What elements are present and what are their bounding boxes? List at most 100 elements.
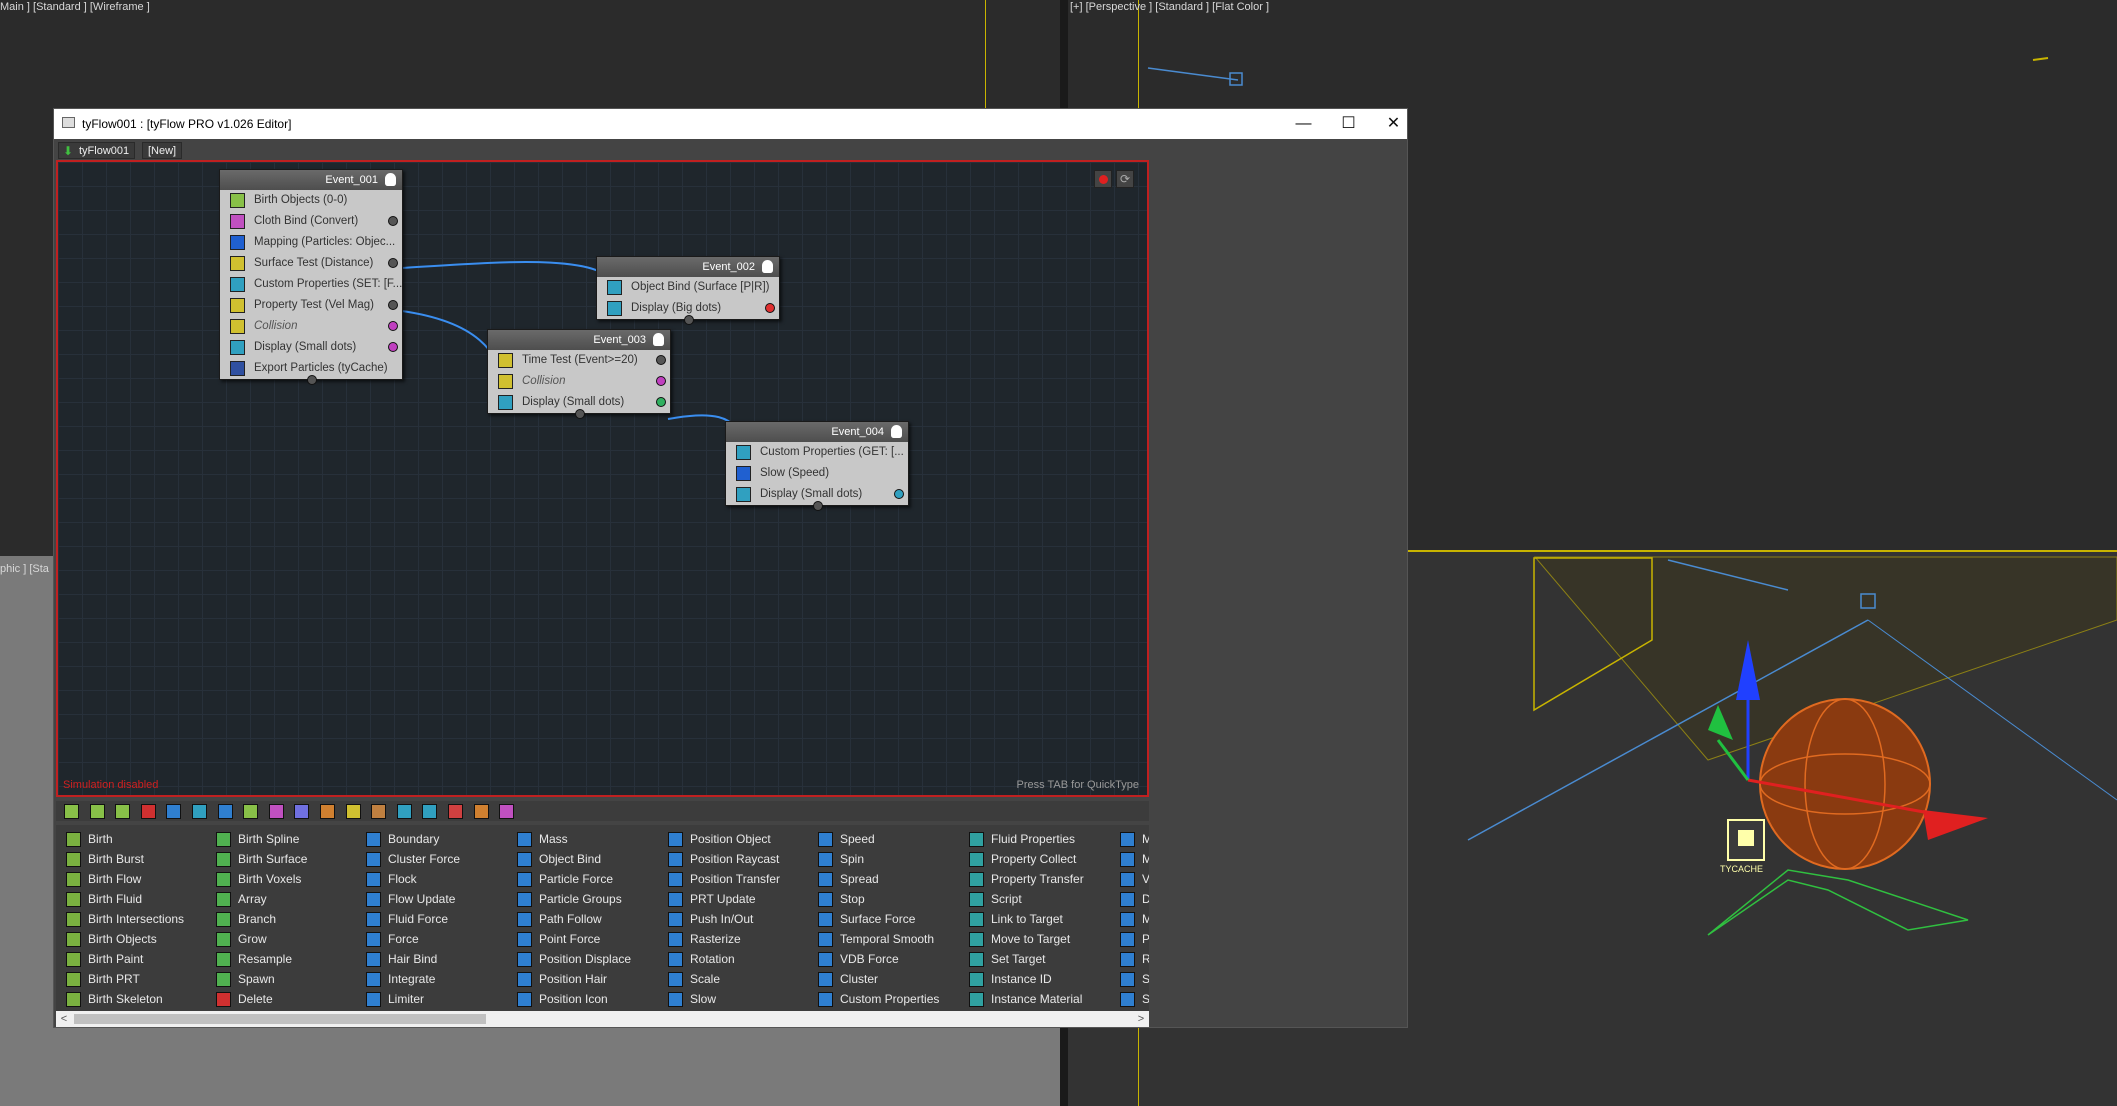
event-node[interactable]: Event_004 Custom Properties (GET: [... Slo… — [725, 421, 909, 511]
palette-operator[interactable]: Point Force — [511, 929, 631, 949]
palette-operator[interactable]: Stop — [812, 889, 939, 909]
category-filter-icon[interactable] — [192, 804, 207, 819]
palette-operator[interactable]: Birth Burst — [60, 849, 184, 869]
palette-operator[interactable]: Object Bind — [511, 849, 631, 869]
palette-operator[interactable]: D — [1114, 889, 1149, 909]
operator-row[interactable]: Custom Properties (GET: [... — [726, 442, 908, 463]
event-header[interactable]: Event_001 — [220, 170, 402, 190]
output-port[interactable] — [388, 216, 398, 226]
palette-operator[interactable]: Temporal Smooth — [812, 929, 939, 949]
palette-operator[interactable]: Limiter — [360, 989, 460, 1009]
category-filter-icon[interactable] — [422, 804, 438, 819]
operator-row[interactable]: Display (Small dots) — [220, 337, 402, 358]
palette-operator[interactable]: Cluster — [812, 969, 939, 989]
event-input-port[interactable] — [813, 501, 823, 511]
record-button[interactable] — [1094, 170, 1112, 188]
operator-row[interactable]: Collision — [488, 371, 670, 392]
refresh-button[interactable]: ⟳ — [1116, 170, 1134, 188]
palette-operator[interactable]: Grow — [210, 929, 307, 949]
operator-row[interactable]: Slow (Speed) — [726, 463, 908, 484]
palette-operator[interactable]: PRT Update — [662, 889, 780, 909]
palette-operator[interactable]: Rasterize — [662, 929, 780, 949]
palette-operator[interactable]: Birth Spline — [210, 829, 307, 849]
palette-operator[interactable]: Flow Update — [360, 889, 460, 909]
palette-operator[interactable]: Birth Objects — [60, 929, 184, 949]
palette-operator[interactable]: Spread — [812, 869, 939, 889]
palette-operator[interactable]: Birth Fluid — [60, 889, 184, 909]
palette-operator[interactable]: Position Raycast — [662, 849, 780, 869]
palette-operator[interactable]: Property Collect — [963, 849, 1084, 869]
palette-operator[interactable]: Rotation — [662, 949, 780, 969]
palette-operator[interactable]: Position Transfer — [662, 869, 780, 889]
palette-operator[interactable]: Property Transfer — [963, 869, 1084, 889]
output-port[interactable] — [656, 397, 666, 407]
event-header[interactable]: Event_004 — [726, 422, 908, 442]
palette-operator[interactable]: Birth Intersections — [60, 909, 184, 929]
category-filter-icon[interactable] — [448, 804, 463, 819]
palette-operator[interactable]: Array — [210, 889, 307, 909]
output-port[interactable] — [656, 355, 666, 365]
category-filter-icon[interactable] — [294, 804, 310, 819]
palette-operator[interactable]: Hair Bind — [360, 949, 460, 969]
palette-operator[interactable]: Force — [360, 929, 460, 949]
palette-operator[interactable]: P — [1114, 929, 1149, 949]
palette-operator[interactable]: Fluid Force — [360, 909, 460, 929]
operator-row[interactable]: Surface Test (Distance) — [220, 253, 402, 274]
tab-new[interactable]: [New] — [142, 142, 183, 159]
palette-operator[interactable]: Birth Flow — [60, 869, 184, 889]
category-filter-icon[interactable] — [166, 804, 182, 819]
operator-row[interactable]: Mapping (Particles: Objec... — [220, 232, 402, 253]
palette-operator[interactable]: Position Displace — [511, 949, 631, 969]
palette-operator[interactable]: Sl — [1114, 989, 1149, 1009]
category-filter-icon[interactable] — [89, 804, 105, 819]
lightbulb-icon[interactable] — [385, 173, 396, 186]
palette-operator[interactable]: Surface Force — [812, 909, 939, 929]
category-filter-icon[interactable] — [396, 804, 412, 819]
palette-operator[interactable]: Integrate — [360, 969, 460, 989]
palette-operator[interactable]: Particle Force — [511, 869, 631, 889]
palette-operator[interactable]: R — [1114, 949, 1149, 969]
category-filter-icon[interactable] — [268, 804, 284, 819]
scroll-left-arrow[interactable]: < — [56, 1011, 72, 1027]
palette-operator[interactable]: Path Follow — [511, 909, 631, 929]
scrollbar-thumb[interactable] — [74, 1014, 486, 1024]
operator-row[interactable]: Custom Properties (SET: [F... — [220, 274, 402, 295]
lightbulb-icon[interactable] — [762, 260, 773, 273]
category-filter-icon[interactable] — [243, 804, 259, 819]
palette-operator[interactable]: Sl — [1114, 969, 1149, 989]
palette-operator[interactable]: VDB Force — [812, 949, 939, 969]
lightbulb-icon[interactable] — [653, 333, 664, 346]
palette-operator[interactable]: Branch — [210, 909, 307, 929]
palette-operator[interactable]: Set Target — [963, 949, 1084, 969]
palette-operator[interactable]: Link to Target — [963, 909, 1084, 929]
category-filter-icon[interactable] — [217, 804, 233, 819]
palette-operator[interactable]: Custom Properties — [812, 989, 939, 1009]
category-filter-icon[interactable] — [64, 804, 79, 819]
palette-operator[interactable]: Slow — [662, 989, 780, 1009]
palette-operator[interactable]: Script — [963, 889, 1084, 909]
operator-row[interactable]: Property Test (Vel Mag) — [220, 295, 402, 316]
palette-operator[interactable]: Instance Material — [963, 989, 1084, 1009]
palette-operator[interactable]: Push In/Out — [662, 909, 780, 929]
palette-operator[interactable]: Mass — [511, 829, 631, 849]
palette-operator[interactable]: Birth Paint — [60, 949, 184, 969]
event-node[interactable]: Event_002 Object Bind (Surface [P|R]) Disp… — [596, 256, 780, 325]
palette-operator[interactable]: Scale — [662, 969, 780, 989]
palette-operator[interactable]: Cluster Force — [360, 849, 460, 869]
palette-operator[interactable]: Birth PRT — [60, 969, 184, 989]
viewport-label-top-left[interactable]: Main ] [Standard ] [Wireframe ] — [0, 1, 150, 13]
output-port[interactable] — [388, 321, 398, 331]
palette-operator[interactable]: Boundary — [360, 829, 460, 849]
category-filter-icon[interactable] — [320, 804, 335, 819]
palette-operator[interactable]: M — [1114, 829, 1149, 849]
palette-operator[interactable]: Spin — [812, 849, 939, 869]
palette-operator[interactable]: Position Hair — [511, 969, 631, 989]
operator-row[interactable]: Time Test (Event>=20) — [488, 350, 670, 371]
category-filter-icon[interactable] — [140, 804, 156, 819]
category-filter-icon[interactable] — [345, 804, 361, 819]
palette-operator[interactable]: Position Object — [662, 829, 780, 849]
palette-operator[interactable]: Birth Skeleton — [60, 989, 184, 1009]
viewport-label-mid-left[interactable]: phic ] [Sta — [0, 563, 49, 575]
category-filter-icon[interactable] — [473, 804, 489, 819]
event-input-port[interactable] — [684, 315, 694, 325]
